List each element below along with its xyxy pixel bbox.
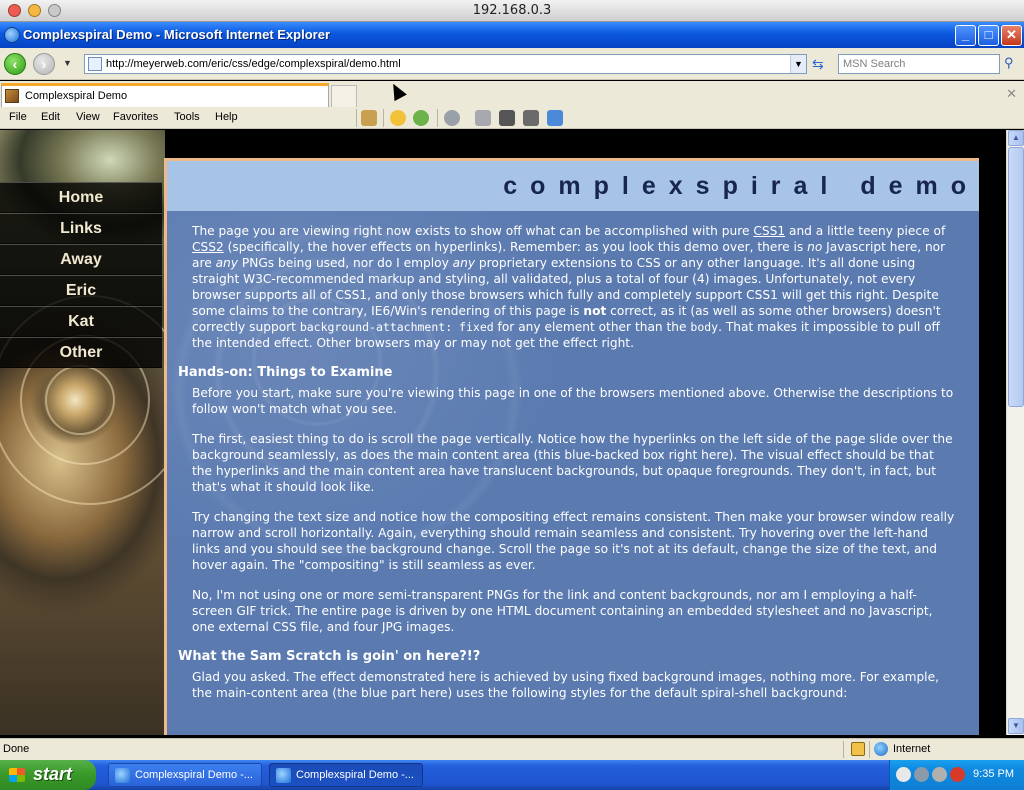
- page-title: complexspiral demo: [503, 172, 979, 200]
- menu-help[interactable]: Help: [215, 111, 238, 123]
- home-icon[interactable]: [361, 110, 377, 126]
- content-header: complexspiral demo: [167, 161, 979, 211]
- menu-edit[interactable]: Edit: [41, 111, 60, 123]
- menu-tools[interactable]: Tools: [174, 111, 200, 123]
- nav-link-away[interactable]: Away: [0, 244, 162, 275]
- tab-label: Complexspiral Demo: [25, 90, 128, 102]
- intro-paragraph: The page you are viewing right now exist…: [192, 224, 946, 350]
- nav-link-kat[interactable]: Kat: [0, 306, 162, 337]
- section-heading-sam-scratch: What the Sam Scratch is goin' on here?!?: [178, 649, 481, 664]
- nav-link-home[interactable]: Home: [0, 182, 162, 213]
- tray-security-icon[interactable]: [950, 767, 965, 782]
- address-dropdown-icon[interactable]: ▼: [790, 55, 806, 73]
- window-title: Complexspiral Demo - Microsoft Internet …: [23, 27, 331, 42]
- taskbar-item-label: Complexspiral Demo -...: [296, 769, 414, 781]
- zone-label: Internet: [893, 743, 931, 755]
- search-icon[interactable]: ⚲: [1004, 55, 1014, 71]
- ie-icon: [276, 768, 291, 783]
- ie-logo-icon: [4, 27, 20, 43]
- address-field[interactable]: http://meyerweb.com/eric/css/edge/comple…: [84, 54, 807, 74]
- vertical-scrollbar[interactable]: ▲ ▼: [1006, 130, 1024, 735]
- internet-zone-icon: [874, 742, 888, 756]
- mac-window-title: 192.168.0.3: [472, 3, 552, 18]
- status-message: Done: [3, 743, 30, 755]
- menu-bar: File Edit View Favorites Tools Help: [0, 107, 1024, 129]
- paragraph: No, I'm not using one or more semi-trans…: [192, 588, 933, 634]
- security-icon[interactable]: [851, 742, 865, 756]
- maximize-button[interactable]: □: [978, 25, 999, 46]
- history-dropdown-icon[interactable]: ▼: [63, 58, 72, 68]
- status-bar: Done Internet: [0, 738, 1024, 760]
- close-button[interactable]: ✕: [1001, 25, 1022, 46]
- css2-link[interactable]: CSS2: [192, 240, 224, 254]
- system-tray: 9:35 PM: [889, 760, 1024, 790]
- url-text[interactable]: http://meyerweb.com/eric/css/edge/comple…: [106, 58, 401, 70]
- menu-file[interactable]: File: [9, 111, 27, 123]
- paragraph: Try changing the text size and notice ho…: [192, 510, 955, 572]
- search-input[interactable]: MSN Search: [838, 54, 1000, 74]
- add-favorites-icon[interactable]: [413, 110, 429, 126]
- page-icon: [88, 57, 102, 71]
- section-heading-hands-on: Hands-on: Things to Examine: [178, 365, 393, 380]
- paragraph: Glad you asked. The effect demonstrated …: [192, 670, 939, 700]
- menu-favorites[interactable]: Favorites: [113, 111, 158, 123]
- mac-title-bar: 192.168.0.3: [0, 0, 1024, 22]
- menu-view[interactable]: View: [76, 111, 100, 123]
- taskbar-item[interactable]: Complexspiral Demo -...: [108, 763, 262, 787]
- new-tab-button[interactable]: [331, 85, 357, 107]
- ie-icon: [115, 768, 130, 783]
- scrollbar-thumb[interactable]: [1008, 147, 1024, 407]
- windows-flag-icon: [9, 768, 25, 782]
- scroll-down-icon[interactable]: ▼: [1008, 718, 1024, 734]
- tray-chevron-icon[interactable]: [896, 767, 911, 782]
- tab-bar: Complexspiral Demo ✕: [0, 81, 1024, 107]
- taskbar-item-active[interactable]: Complexspiral Demo -...: [269, 763, 423, 787]
- ie-title-bar: Complexspiral Demo - Microsoft Internet …: [0, 22, 1024, 48]
- start-button[interactable]: start: [0, 760, 96, 790]
- sidebar-nav: Home Links Away Eric Kat Other: [0, 182, 162, 368]
- windows-taskbar: start Complexspiral Demo -... Complexspi…: [0, 760, 1024, 790]
- start-label: start: [33, 764, 73, 784]
- clock: 9:35 PM: [973, 768, 1014, 780]
- content-body: The page you are viewing right now exist…: [167, 211, 979, 701]
- tools-icon[interactable]: [547, 110, 563, 126]
- feeds-icon[interactable]: [444, 110, 460, 126]
- tab-complexspiral-demo[interactable]: Complexspiral Demo: [1, 83, 329, 107]
- page-viewport: Home Links Away Eric Kat Other complexsp…: [0, 130, 1006, 735]
- nav-link-links[interactable]: Links: [0, 213, 162, 244]
- scroll-up-icon[interactable]: ▲: [1008, 130, 1024, 146]
- nav-link-other[interactable]: Other: [0, 337, 162, 368]
- address-toolbar: ‹ › ▼ http://meyerweb.com/eric/css/edge/…: [0, 48, 1024, 80]
- tray-network-icon[interactable]: [914, 767, 929, 782]
- refresh-icon[interactable]: ⇆: [812, 56, 824, 73]
- paragraph: The first, easiest thing to do is scroll…: [192, 432, 953, 494]
- tray-volume-icon[interactable]: [932, 767, 947, 782]
- main-content: complexspiral demo The page you are view…: [164, 158, 979, 735]
- print-icon[interactable]: [475, 110, 491, 126]
- favicon-icon: [5, 89, 19, 103]
- minimize-button[interactable]: _: [955, 25, 976, 46]
- favorites-star-icon[interactable]: [390, 110, 406, 126]
- close-tab-icon[interactable]: ✕: [1006, 86, 1017, 102]
- search-placeholder: MSN Search: [843, 58, 906, 70]
- taskbar-item-label: Complexspiral Demo -...: [135, 769, 253, 781]
- css1-link[interactable]: CSS1: [753, 224, 785, 238]
- paragraph: Before you start, make sure you're viewi…: [192, 386, 954, 416]
- forward-button[interactable]: ›: [33, 53, 55, 75]
- nav-link-eric[interactable]: Eric: [0, 275, 162, 306]
- messenger-icon[interactable]: [523, 110, 539, 126]
- back-button[interactable]: ‹: [4, 53, 26, 75]
- research-icon[interactable]: [499, 110, 515, 126]
